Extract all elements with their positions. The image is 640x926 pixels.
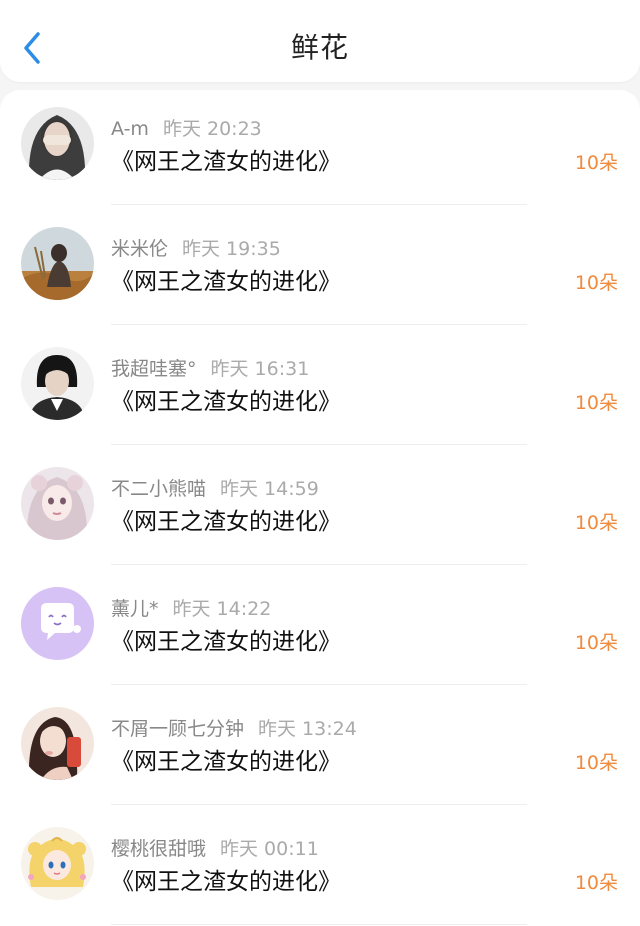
user-name[interactable]: 不二小熊喵 [111,478,206,500]
item-meta: 米米伦 昨天 19:35 [111,234,281,261]
list-item[interactable]: 薰儿* 昨天 14:22 《网王之渣女的进化》 10朵 [0,570,640,690]
timestamp: 昨天 00:11 [220,838,319,860]
user-name[interactable]: 米米伦 [111,238,168,260]
list-item[interactable]: 不屑一顾七分钟 昨天 13:24 《网王之渣女的进化》 10朵 [0,690,640,810]
timestamp: 昨天 16:31 [210,358,310,380]
item-meta: A-m 昨天 20:23 [111,114,262,141]
flower-count: 10朵 [574,512,618,534]
book-title[interactable]: 《网王之渣女的进化》 [111,502,341,536]
divider [111,804,527,805]
user-name[interactable]: 不屑一顾七分钟 [111,718,244,740]
user-name[interactable]: 薰儿* [111,598,159,620]
divider [111,444,527,445]
nav-bar: 鲜花 [0,0,640,82]
avatar[interactable] [21,347,94,420]
page-title: 鲜花 [290,31,349,64]
book-title[interactable]: 《网王之渣女的进化》 [111,622,341,656]
book-title[interactable]: 《网王之渣女的进化》 [111,262,341,296]
list-item[interactable]: 我超哇塞° 昨天 16:31 《网王之渣女的进化》 10朵 [0,330,640,450]
flower-count: 10朵 [574,872,618,894]
flower-list: A-m 昨天 20:23 《网王之渣女的进化》 10朵 米米伦 昨天 19:35 《… [0,90,640,926]
flower-count: 10朵 [574,392,618,414]
flower-count: 10朵 [574,632,618,654]
list-item[interactable]: 不二小熊喵 昨天 14:59 《网王之渣女的进化》 10朵 [0,450,640,570]
user-name[interactable]: 樱桃很甜哦 [111,838,206,860]
item-meta: 薰儿* 昨天 14:22 [111,594,271,621]
timestamp: 昨天 20:23 [162,118,262,140]
divider [111,684,527,685]
timestamp: 昨天 19:35 [182,238,281,260]
list-item[interactable]: A-m 昨天 20:23 《网王之渣女的进化》 10朵 [0,90,640,210]
timestamp: 昨天 14:59 [220,478,319,500]
avatar[interactable] [21,227,94,300]
divider [111,564,527,565]
divider [111,204,527,205]
avatar[interactable] [21,107,94,180]
flower-count: 10朵 [574,752,618,774]
item-meta: 不屑一顾七分钟 昨天 13:24 [111,714,357,741]
avatar[interactable] [21,827,94,900]
book-title[interactable]: 《网王之渣女的进化》 [111,382,341,416]
item-meta: 樱桃很甜哦 昨天 00:11 [111,834,319,861]
timestamp: 昨天 13:24 [258,718,357,740]
user-name[interactable]: 我超哇塞° [111,358,197,380]
timestamp: 昨天 14:22 [172,598,272,620]
list-item[interactable]: 米米伦 昨天 19:35 《网王之渣女的进化》 10朵 [0,210,640,330]
book-title[interactable]: 《网王之渣女的进化》 [111,142,341,176]
book-title[interactable]: 《网王之渣女的进化》 [111,742,341,776]
avatar[interactable] [21,467,94,540]
book-title[interactable]: 《网王之渣女的进化》 [111,862,341,896]
divider [111,324,527,325]
flower-count: 10朵 [574,272,618,294]
item-meta: 我超哇塞° 昨天 16:31 [111,354,309,381]
user-name[interactable]: A-m [111,118,149,140]
list-item[interactable]: 樱桃很甜哦 昨天 00:11 《网王之渣女的进化》 10朵 [0,810,640,926]
divider [111,924,527,925]
item-meta: 不二小熊喵 昨天 14:59 [111,474,319,501]
avatar[interactable] [21,587,94,660]
flower-count: 10朵 [574,152,618,174]
avatar[interactable] [21,707,94,780]
